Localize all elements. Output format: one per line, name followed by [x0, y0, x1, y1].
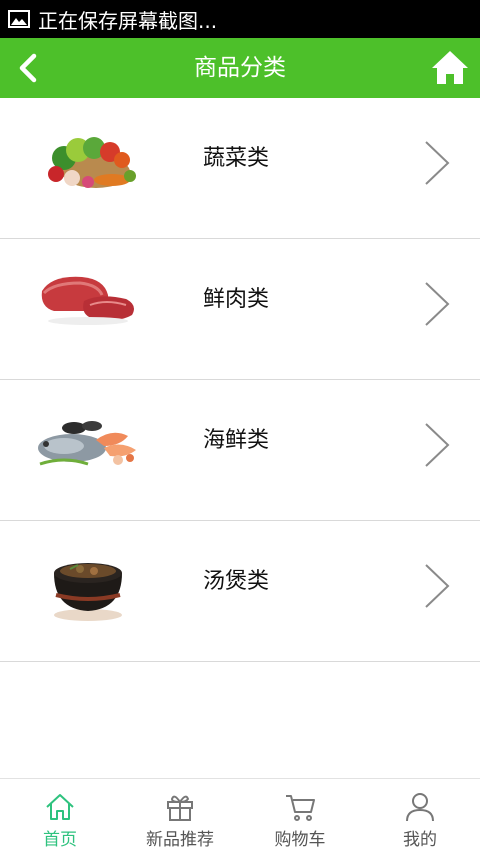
chevron-right-icon — [425, 564, 450, 608]
category-label: 鲜肉类 — [203, 287, 270, 312]
soup-pot-image — [54, 563, 122, 621]
vegetables-image — [48, 137, 136, 188]
tab-new-products[interactable]: 新品推荐 — [120, 779, 240, 854]
seafood-image — [38, 421, 136, 466]
home-button[interactable] — [430, 48, 470, 88]
tab-home[interactable]: 首页 — [0, 779, 120, 854]
category-label: 蔬菜类 — [203, 146, 270, 171]
category-row-seafood[interactable]: 海鲜类 — [0, 380, 480, 521]
screenshot-image-icon — [8, 10, 30, 28]
category-label: 海鲜类 — [203, 428, 270, 453]
tab-label: 我的 — [403, 830, 437, 850]
home-icon — [46, 794, 74, 820]
user-icon — [406, 793, 434, 822]
status-notification-text: 正在保存屏幕截图... — [38, 8, 218, 33]
category-label: 汤煲类 — [203, 569, 270, 594]
bottom-tab-bar: 首页 新品推荐 购物车 我的 — [0, 778, 480, 854]
page-title: 商品分类 — [194, 55, 286, 81]
tab-mine[interactable]: 我的 — [360, 779, 480, 854]
tab-label: 首页 — [43, 830, 77, 850]
tab-cart[interactable]: 购物车 — [240, 779, 360, 854]
chevron-right-icon — [425, 423, 450, 467]
tab-label: 购物车 — [274, 830, 326, 850]
meat-image — [41, 276, 134, 325]
category-row-vegetables[interactable]: 蔬菜类 — [0, 98, 480, 239]
cart-icon — [286, 795, 315, 821]
status-bar: 正在保存屏幕截图... — [0, 0, 480, 38]
top-nav-bar: 商品分类 — [0, 38, 480, 98]
category-list: 蔬菜类 鲜肉类 海鲜类 汤煲类 — [0, 98, 480, 662]
home-icon — [432, 51, 468, 84]
chevron-right-icon — [425, 141, 450, 185]
tab-label: 新品推荐 — [146, 830, 214, 850]
category-row-soup-pot[interactable]: 汤煲类 — [0, 521, 480, 662]
gift-icon — [167, 795, 193, 821]
category-row-meat[interactable]: 鲜肉类 — [0, 239, 480, 380]
chevron-right-icon — [425, 282, 450, 326]
